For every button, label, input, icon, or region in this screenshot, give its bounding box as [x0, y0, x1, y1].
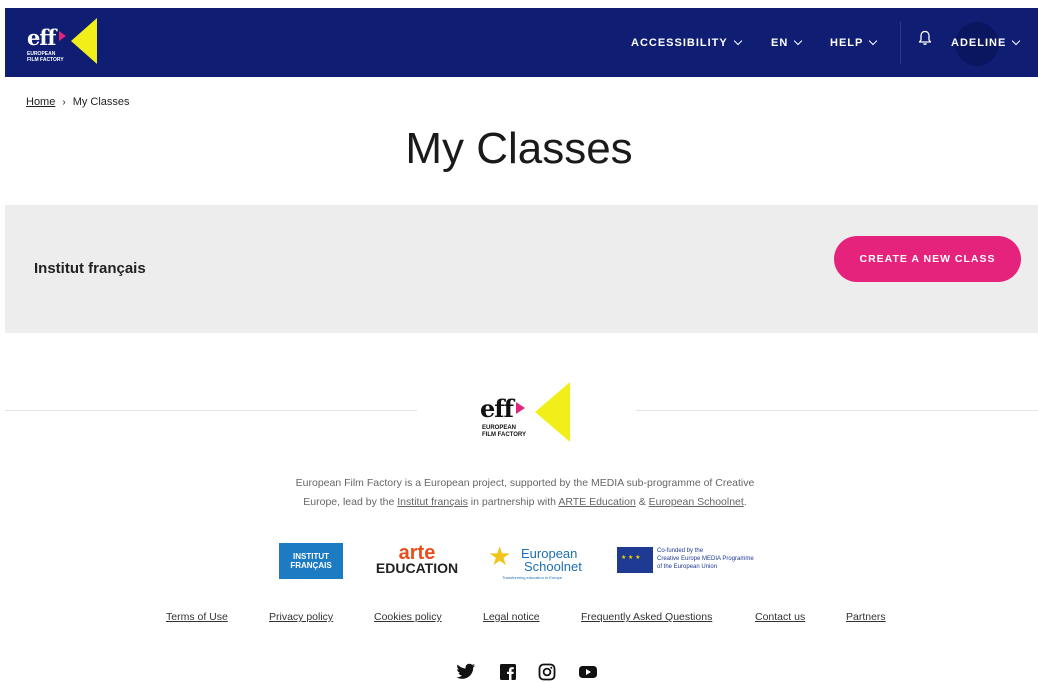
cookies-policy-link[interactable]: Cookies policy — [374, 611, 442, 623]
eff-logo[interactable]: eff EUROPEAN FILM FACTORY — [27, 18, 107, 68]
institut-logo-line2: FRANÇAIS — [290, 561, 332, 570]
nav-user-label: ADELINE — [951, 36, 1007, 49]
facebook-icon[interactable] — [498, 663, 518, 681]
schoolnet-tagline: Transforming education in Europe — [502, 575, 563, 580]
schoolnet-logo-line2: Schoolnet — [524, 559, 582, 574]
top-navigation-bar: eff EUROPEAN FILM FACTORY ACCESSIBILITY … — [5, 8, 1038, 77]
instagram-icon[interactable] — [537, 663, 557, 681]
institution-class-panel: Institut français CREATE A NEW CLASS — [5, 205, 1038, 333]
footer-logo-subtitle: EUROPEAN FILM FACTORY — [482, 425, 526, 439]
contact-us-link[interactable]: Contact us — [755, 611, 805, 623]
chevron-down-icon — [794, 36, 803, 45]
footer-eff-logo[interactable]: eff EUROPEAN FILM FACTORY — [480, 382, 580, 442]
chevron-down-icon — [733, 36, 742, 45]
creative-europe-logo[interactable]: Co-funded by the Creative Europe MEDIA P… — [617, 543, 777, 579]
nav-help[interactable]: HELP — [830, 8, 878, 77]
european-schoolnet-logo[interactable]: ★ European Schoolnet Transforming educat… — [488, 541, 588, 580]
faq-link[interactable]: Frequently Asked Questions — [581, 611, 712, 623]
footer-logo-subtitle-line1: EUROPEAN — [482, 425, 517, 431]
nav-user-menu[interactable]: ADELINE — [951, 8, 1021, 77]
twitter-icon[interactable] — [456, 663, 476, 681]
privacy-policy-link[interactable]: Privacy policy — [269, 611, 333, 623]
institut-francais-logo[interactable]: INSTITUT FRANÇAIS — [279, 543, 343, 579]
footer-divider-right — [636, 410, 1038, 411]
footer-divider-left — [5, 410, 417, 411]
nav-accessibility-label: ACCESSIBILITY — [631, 36, 728, 49]
about-text-4: . — [743, 496, 747, 508]
arte-education-logo[interactable]: arte EDUCATION — [376, 543, 458, 579]
arte-education-link[interactable]: ARTE Education — [558, 496, 635, 508]
institut-francais-link[interactable]: Institut français — [397, 496, 468, 508]
footer-logo-triangle — [535, 382, 570, 442]
about-text-2: in partnership with — [467, 496, 559, 508]
chevron-down-icon — [1012, 36, 1021, 45]
breadcrumb-separator: › — [62, 96, 66, 108]
logo-triangle — [71, 18, 97, 64]
eu-text-line3: of the European Union — [657, 564, 718, 570]
breadcrumb-home-link[interactable]: Home — [26, 96, 55, 108]
about-text-3: & — [635, 496, 649, 508]
nav-help-label: HELP — [830, 36, 864, 49]
nav-accessibility[interactable]: ACCESSIBILITY — [631, 8, 742, 77]
eu-funding-text: Co-funded by the Creative Europe MEDIA P… — [657, 547, 754, 571]
legal-notice-link[interactable]: Legal notice — [483, 611, 540, 623]
footer-logo-subtitle-line2: FILM FACTORY — [482, 432, 526, 438]
footer-logo-text: eff — [480, 394, 514, 423]
breadcrumb: Home › My Classes — [26, 96, 130, 108]
star-icon: ★ — [488, 541, 512, 571]
arte-logo-line2: EDUCATION — [375, 560, 459, 576]
european-schoolnet-link[interactable]: European Schoolnet — [649, 496, 744, 508]
youtube-icon[interactable] — [578, 663, 598, 681]
nav-language[interactable]: EN — [771, 8, 803, 77]
partners-link[interactable]: Partners — [846, 611, 886, 623]
create-new-class-button[interactable]: CREATE A NEW CLASS — [834, 236, 1021, 282]
logo-play-mark — [59, 31, 66, 41]
logo-subtitle: EUROPEAN FILM FACTORY — [27, 51, 64, 63]
nav-divider — [900, 22, 901, 64]
institut-logo-line1: INSTITUT — [293, 552, 329, 561]
logo-text: eff — [27, 25, 56, 50]
eu-text-line2: Creative Europe MEDIA Programme — [657, 556, 754, 562]
breadcrumb-current: My Classes — [72, 96, 130, 108]
project-description: European Film Factory is a European proj… — [280, 474, 770, 512]
logo-subtitle-line2: FILM FACTORY — [27, 57, 64, 63]
eu-text-line1: Co-funded by the — [657, 548, 704, 554]
chevron-down-icon — [869, 36, 878, 45]
eu-flag-icon — [617, 547, 653, 573]
footer-logo-play-mark — [516, 402, 525, 414]
page-title: My Classes — [405, 124, 633, 173]
bell-icon[interactable] — [918, 30, 932, 46]
terms-of-use-link[interactable]: Terms of Use — [166, 611, 228, 623]
arte-logo-line1: arte — [398, 542, 436, 564]
institution-name: Institut français — [34, 260, 146, 277]
nav-language-label: EN — [771, 36, 789, 49]
